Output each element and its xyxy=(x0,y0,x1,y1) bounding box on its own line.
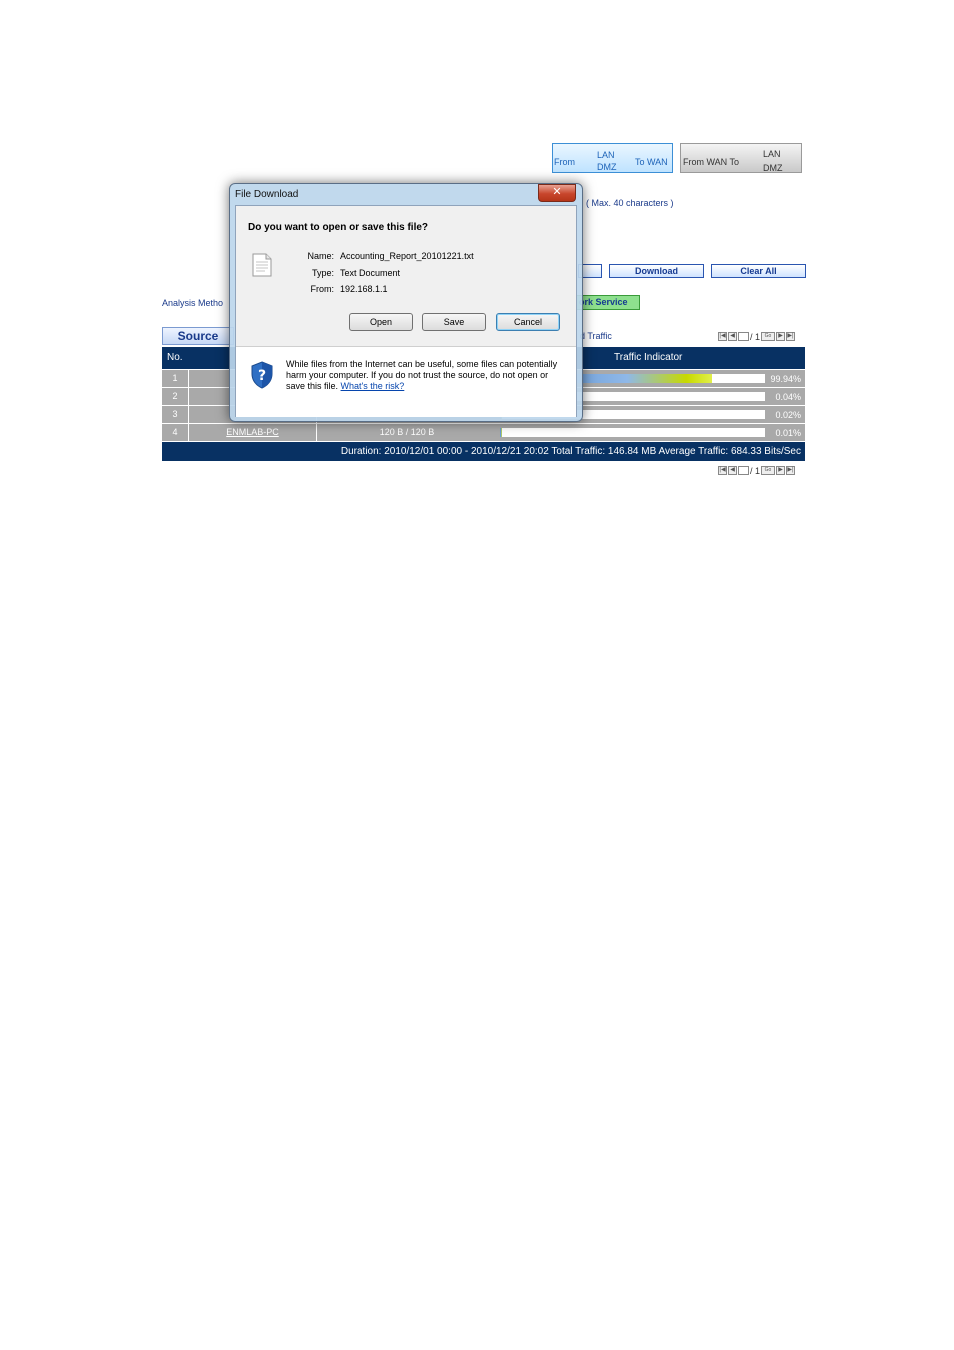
header-traffic-indicator: Traffic Indicator xyxy=(614,352,683,363)
tab-dmz-label: DMZ xyxy=(763,163,783,173)
table-row: 4 ENMLAB-PC 120 B / 120 B 0.01% xyxy=(162,423,805,441)
file-type: Text Document xyxy=(340,268,401,278)
analysis-method-label: Analysis Metho xyxy=(162,298,224,308)
file-source: 192.168.1.1 xyxy=(340,284,388,294)
traffic-percent: 99.94% xyxy=(770,374,801,384)
warning-text: While files from the Internet can be use… xyxy=(286,359,568,392)
name-label: Name: xyxy=(307,251,334,261)
last-page-icon[interactable]: ▶| xyxy=(786,332,796,341)
dialog-title: File Download xyxy=(235,189,299,200)
host-cell: ENMLAB-PC xyxy=(188,424,316,441)
max-characters-hint: ( Max. 40 characters ) xyxy=(586,198,674,208)
pager-top: |◀ ◀ / 1 Go ▶ ▶| xyxy=(718,331,796,342)
row-number: 3 xyxy=(172,409,178,419)
tab-lan-label: LAN xyxy=(763,149,781,159)
file-download-dialog: File Download ✕ Do you want to open or s… xyxy=(229,183,583,422)
type-label: Type: xyxy=(311,268,334,278)
traffic-percent: 0.02% xyxy=(775,410,801,420)
page-input[interactable] xyxy=(738,466,749,475)
text-file-icon xyxy=(252,253,272,277)
row-number: 2 xyxy=(172,391,178,401)
shield-question-icon: ? xyxy=(251,361,273,389)
go-button[interactable]: Go xyxy=(761,332,776,341)
tab-wan-to-lan-dmz[interactable]: From WAN To LAN DMZ xyxy=(680,143,802,173)
security-warning: ? While files from the Internet can be u… xyxy=(236,347,576,417)
next-page-icon[interactable]: ▶ xyxy=(776,332,786,341)
go-button[interactable]: Go xyxy=(761,466,776,475)
download-button[interactable]: Download xyxy=(609,264,704,278)
page-input[interactable] xyxy=(738,332,749,341)
from-label: From: xyxy=(310,284,335,294)
traffic-tab-label[interactable]: d Traffic xyxy=(580,331,612,341)
last-page-icon[interactable]: ▶| xyxy=(786,466,796,475)
warning-message: While files from the Internet can be use… xyxy=(286,359,558,391)
dialog-body: Do you want to open or save this file? N… xyxy=(235,205,577,417)
first-page-icon[interactable]: |◀ xyxy=(718,466,727,475)
traffic-percent: 0.04% xyxy=(775,392,801,402)
cancel-button[interactable]: Cancel xyxy=(496,313,560,331)
row-number: 4 xyxy=(172,427,178,437)
tab-from-label: From xyxy=(554,157,575,167)
tab-source[interactable]: Source xyxy=(162,327,234,345)
page-total: / 1 xyxy=(750,465,761,476)
header-no: No. xyxy=(167,352,183,363)
traffic-indicator-fill xyxy=(500,428,502,437)
file-name: Accounting_Report_20101221.txt xyxy=(340,251,474,261)
prev-page-icon[interactable]: ◀ xyxy=(728,332,737,341)
tab-to-wan-label: To WAN xyxy=(635,157,668,167)
whats-the-risk-link[interactable]: What's the risk? xyxy=(341,381,405,391)
prev-page-icon[interactable]: ◀ xyxy=(728,466,737,475)
table-footer-summary: Duration: 2010/12/01 00:00 - 2010/12/21 … xyxy=(162,441,805,461)
open-button[interactable]: Open xyxy=(349,313,413,331)
row-number: 1 xyxy=(172,373,178,383)
page-total: / 1 xyxy=(750,331,761,342)
next-page-icon[interactable]: ▶ xyxy=(776,466,786,475)
tab-lan-label: LAN xyxy=(597,150,615,160)
clear-all-button[interactable]: Clear All xyxy=(711,264,806,278)
traffic-percent: 0.01% xyxy=(775,428,801,438)
traffic-cell: 120 B / 120 B xyxy=(316,424,497,441)
save-button[interactable]: Save xyxy=(422,313,486,331)
svg-text:?: ? xyxy=(258,368,266,384)
traffic-indicator-bar xyxy=(500,428,765,437)
host-link[interactable]: ENMLAB-PC xyxy=(226,427,279,437)
pager-bottom: |◀ ◀ / 1 Go ▶ ▶| xyxy=(718,465,796,476)
dialog-question: Do you want to open or save this file? xyxy=(248,222,429,233)
tab-lan-dmz-to-wan[interactable]: From LAN DMZ To WAN xyxy=(552,143,673,173)
tab-from-wan-label: From WAN To xyxy=(683,157,740,167)
close-icon[interactable]: ✕ xyxy=(538,184,576,202)
tab-dmz-label: DMZ xyxy=(597,162,617,172)
first-page-icon[interactable]: |◀ xyxy=(718,332,727,341)
